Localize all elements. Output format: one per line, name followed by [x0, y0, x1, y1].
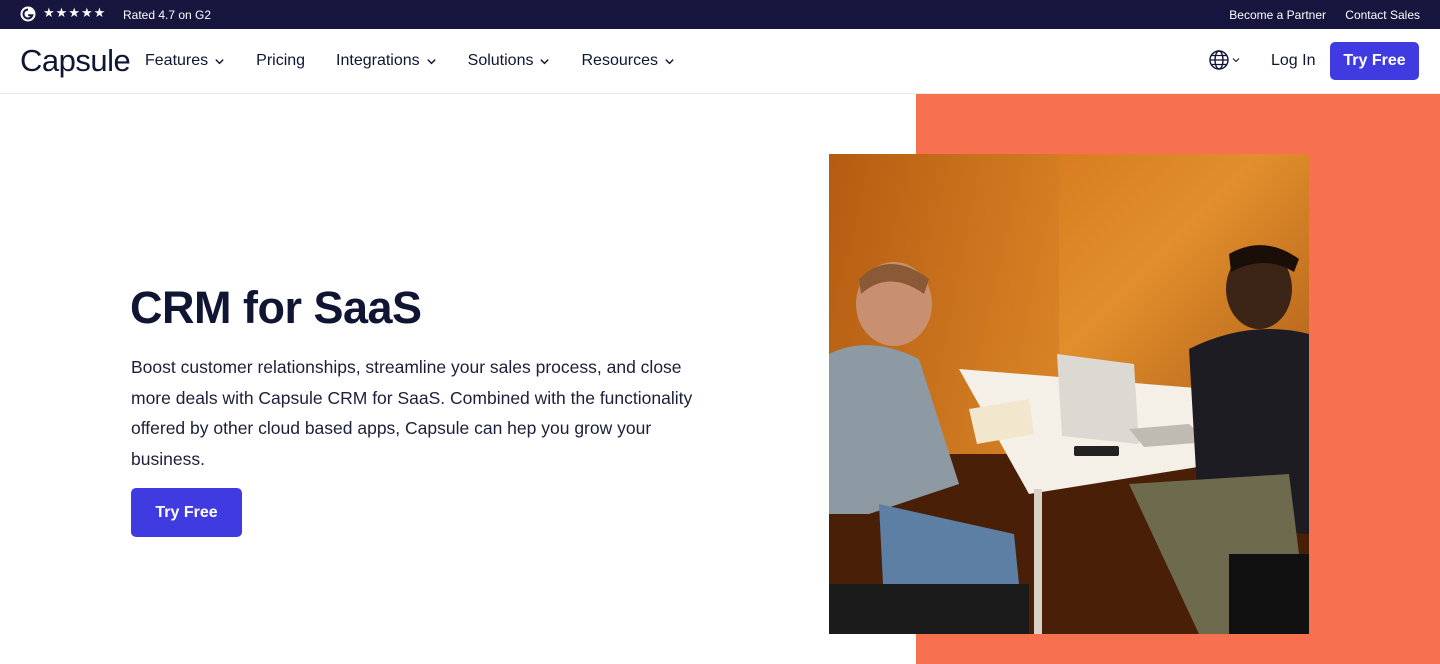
nav-item-label: Pricing	[256, 52, 306, 69]
nav-item-label: Features	[145, 52, 209, 69]
rating-text: Rated 4.7 on G2	[123, 8, 212, 22]
main-navigation: Capsule Features Pricing Integrations So…	[0, 29, 1440, 94]
star-icon: ★	[80, 5, 93, 20]
half-star-icon: ★	[93, 5, 106, 20]
rating-stars: ★ ★ ★ ★ ★	[43, 5, 105, 21]
login-link[interactable]: Log In	[1271, 52, 1315, 70]
language-selector[interactable]	[1208, 49, 1240, 71]
contact-sales-link[interactable]: Contact Sales	[1345, 8, 1420, 22]
chevron-down-icon	[215, 58, 224, 64]
nav-item-integrations[interactable]: Integrations	[336, 52, 437, 70]
try-free-button[interactable]: Try Free	[1330, 42, 1419, 80]
nav-item-solutions[interactable]: Solutions	[468, 52, 551, 70]
nav-item-label: Solutions	[467, 52, 534, 69]
star-icon: ★	[43, 5, 55, 20]
chevron-down-icon	[665, 58, 674, 64]
globe-icon	[1209, 50, 1229, 70]
hero-title: CRM for SaaS	[130, 282, 422, 333]
capsule-logo[interactable]: Capsule	[20, 43, 131, 79]
star-icon: ★	[55, 5, 68, 20]
nav-item-features[interactable]: Features	[145, 52, 225, 70]
nav-item-label: Resources	[581, 52, 658, 69]
nav-item-label: Integrations	[336, 52, 420, 69]
nav-menu: Features Pricing Integrations Solutions …	[145, 52, 706, 70]
nav-item-pricing[interactable]: Pricing	[256, 52, 305, 70]
nav-item-resources[interactable]: Resources	[581, 52, 674, 70]
chevron-down-icon	[540, 58, 550, 64]
top-announcement-bar: ★ ★ ★ ★ ★ Rated 4.7 on G2 Become a Partn…	[0, 0, 1440, 29]
chevron-down-icon	[426, 58, 436, 64]
chevron-down-icon	[1232, 58, 1240, 63]
hero-try-free-button[interactable]: Try Free	[131, 488, 242, 537]
star-icon: ★	[68, 5, 80, 20]
hero-photo	[829, 154, 1309, 634]
g2-logo-icon	[20, 6, 36, 22]
become-partner-link[interactable]: Become a Partner	[1229, 8, 1326, 22]
hero-description: Boost customer relationships, streamline…	[131, 357, 693, 469]
